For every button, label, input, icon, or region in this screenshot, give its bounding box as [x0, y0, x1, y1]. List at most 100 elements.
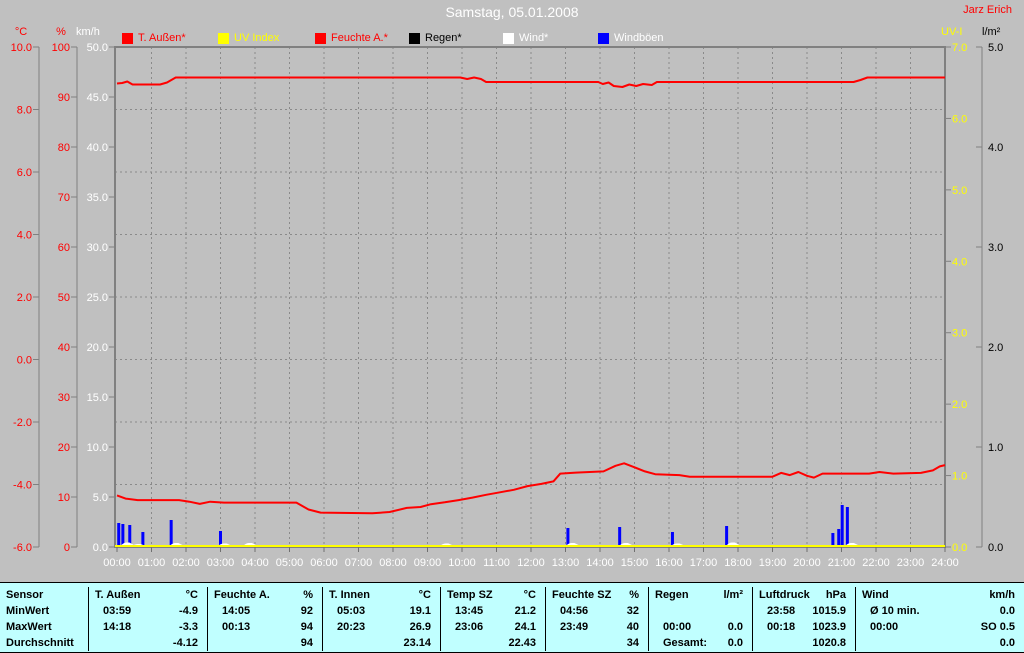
table-cell: Sensor: [0, 587, 43, 603]
table-cell: Wind: [856, 587, 889, 603]
table-cell: Ø 10 min.: [856, 603, 920, 619]
tick-label-percent: 80: [58, 142, 70, 154]
time-label: 05:00: [276, 557, 304, 569]
time-label: 02:00: [172, 557, 200, 569]
tick-label-kmh: 10.0: [87, 442, 108, 454]
tick-label-celsius: 8.0: [17, 105, 32, 117]
time-label: 12:00: [517, 557, 545, 569]
tick-label-percent: 70: [58, 192, 70, 204]
time-label: 19:00: [759, 557, 787, 569]
table-cell: Feuchte SZ: [546, 587, 611, 603]
table-cell: [441, 635, 455, 651]
table-row: Durchschnitt: [0, 635, 88, 651]
series-gust-bars: [117, 505, 849, 547]
table-row: MaxWert: [0, 619, 88, 635]
table-cell: 20:23: [323, 619, 365, 635]
table-cell: °C: [419, 587, 440, 603]
table-row: 00:1394: [208, 619, 322, 635]
time-label: 22:00: [862, 557, 890, 569]
tick-label-kmh: 25.0: [87, 292, 108, 304]
time-label: 01:00: [138, 557, 166, 569]
time-label: 21:00: [828, 557, 856, 569]
table-cell: °C: [524, 587, 545, 603]
table-cell: 40: [627, 619, 648, 635]
axis-percent: 1009080706050403020100: [52, 42, 77, 554]
table-cell: 14:18: [89, 619, 131, 635]
table-cell: 1020.8: [812, 635, 855, 651]
table-row: 00:000.0: [649, 619, 752, 635]
table-cell: 1015.9: [812, 603, 855, 619]
time-label: 17:00: [690, 557, 718, 569]
table-cell: 00:13: [208, 619, 250, 635]
tick-label-celsius: 2.0: [17, 292, 32, 304]
table-cell: 24.1: [515, 619, 545, 635]
tick-label-celsius: 10.0: [11, 42, 32, 54]
weather-chart: 10.08.06.04.02.00.0-2.0-4.0-6.0100908070…: [0, 0, 1024, 580]
time-label: 00:00: [103, 557, 131, 569]
table-column: T. Innen°C05:0319.120:2326.923.14: [322, 587, 440, 651]
table-column: Temp SZ°C13:4521.223:0624.122.43: [440, 587, 545, 651]
table-row: 03:59-4.9: [89, 603, 207, 619]
table-cell: 04:56: [546, 603, 588, 619]
table-row: 23.14: [323, 635, 440, 651]
tick-label-percent: 90: [58, 92, 70, 104]
table-column: T. Außen°C03:59-4.914:18 -3.3-4.12: [88, 587, 207, 651]
table-cell: -3.3: [179, 619, 207, 635]
tick-label-percent: 30: [58, 392, 70, 404]
table-cell: 00:18: [753, 619, 795, 635]
table-cell: 22.43: [508, 635, 545, 651]
tick-label-uv: 4.0: [952, 256, 967, 268]
axis-uv: 7.06.05.04.03.02.01.00.0: [945, 42, 967, 554]
tick-label-rain: 5.0: [988, 42, 1003, 54]
table-row: 05:0319.1: [323, 603, 440, 619]
table-row: 04:56 32: [546, 603, 648, 619]
table-row: 23:4940: [546, 619, 648, 635]
table-cell: l/m²: [723, 587, 752, 603]
table-cell: Feuchte A.: [208, 587, 270, 603]
table-row: 94: [208, 635, 322, 651]
table-row: LuftdruckhPa: [753, 587, 855, 603]
tick-label-rain: 3.0: [988, 242, 1003, 254]
table-cell: 94: [301, 635, 322, 651]
table-cell: 00:00: [649, 619, 691, 635]
table-row: Feuchte A.%: [208, 587, 322, 603]
table-cell: hPa: [826, 587, 855, 603]
tick-label-percent: 10: [58, 492, 70, 504]
table-row: 14:0592: [208, 603, 322, 619]
axis-time: 00:0001:0002:0003:0004:0005:0006:0007:00…: [103, 547, 959, 569]
table-cell: [743, 603, 752, 619]
table-row: 23:0624.1: [441, 619, 545, 635]
table-cell: [208, 635, 222, 651]
table-row: Sensor: [0, 587, 88, 603]
tick-label-celsius: 4.0: [17, 230, 32, 242]
table-row: [649, 603, 752, 619]
tick-label-percent: 40: [58, 342, 70, 354]
table-cell: 32: [627, 603, 648, 619]
tick-label-rain: 0.0: [988, 542, 1003, 554]
tick-label-kmh: 0.0: [93, 542, 108, 554]
tick-label-rain: 2.0: [988, 342, 1003, 354]
axis-celsius: 10.08.06.04.02.00.0-2.0-4.0-6.0: [11, 42, 39, 554]
table-row: 1020.8: [753, 635, 855, 651]
table-cell: T. Außen: [89, 587, 140, 603]
table-cell: Temp SZ: [441, 587, 493, 603]
tick-label-kmh: 5.0: [93, 492, 108, 504]
table-column: Feuchte A.%14:059200:139494: [207, 587, 322, 651]
table-cell: [649, 603, 663, 619]
table-row: T. Außen°C: [89, 587, 207, 603]
time-label: 03:00: [207, 557, 235, 569]
table-cell: [546, 635, 560, 651]
summary-table: SensorMinWertMaxWertDurchschnittT. Außen…: [0, 582, 1024, 653]
tick-label-rain: 1.0: [988, 442, 1003, 454]
table-cell: 03:59: [89, 603, 131, 619]
table-cell: Gesamt:: [649, 635, 707, 651]
table-cell: 0.0: [728, 635, 752, 651]
table-row: -4.12: [89, 635, 207, 651]
table-cell: 05:03: [323, 603, 365, 619]
table-row: 0.0: [856, 635, 1024, 651]
table-row: 34: [546, 635, 648, 651]
tick-label-percent: 50: [58, 292, 70, 304]
tick-label-celsius: -6.0: [13, 542, 32, 554]
tick-label-uv: 7.0: [952, 42, 967, 54]
table-cell: MaxWert: [0, 619, 52, 635]
